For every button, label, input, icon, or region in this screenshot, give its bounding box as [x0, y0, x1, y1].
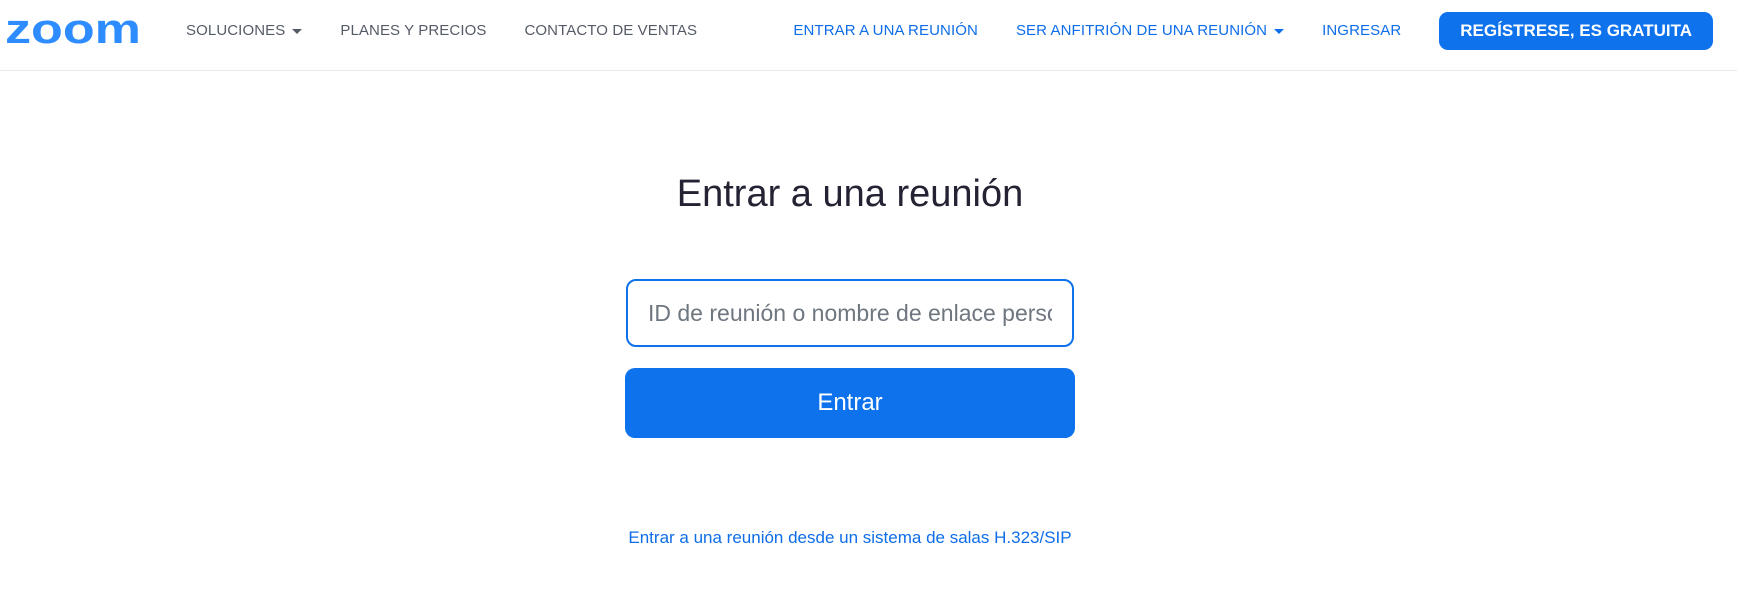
page-title: Entrar a una reunión: [676, 173, 1024, 215]
nav-planes-label: PLANES Y PRECIOS: [340, 22, 487, 39]
primary-nav: SOLUCIONES PLANES Y PRECIOS CONTACTO DE …: [186, 0, 735, 61]
svg-text:zoom: zoom: [5, 12, 141, 48]
join-button[interactable]: Entrar: [625, 368, 1075, 438]
meeting-id-input[interactable]: [626, 279, 1074, 347]
nav-sign-in-label: INGRESAR: [1322, 22, 1402, 39]
nav-host-meeting[interactable]: SER ANFITRIÓN DE UNA REUNIÓN: [1015, 22, 1285, 39]
zoom-logo[interactable]: zoom: [5, 12, 143, 48]
nav-join-meeting-label: ENTRAR A UNA REUNIÓN: [793, 22, 978, 39]
top-navigation-bar: zoom SOLUCIONES PLANES Y PRECIOS CONTACT…: [0, 0, 1737, 71]
nav-soluciones[interactable]: SOLUCIONES: [186, 22, 303, 39]
nav-contacto-label: CONTACTO DE VENTAS: [524, 22, 698, 39]
nav-contacto-de-ventas[interactable]: CONTACTO DE VENTAS: [524, 22, 697, 39]
nav-planes-y-precios[interactable]: PLANES Y PRECIOS: [340, 22, 486, 39]
chevron-down-icon: [1274, 29, 1285, 34]
nav-join-meeting[interactable]: ENTRAR A UNA REUNIÓN: [793, 22, 978, 39]
nav-soluciones-label: SOLUCIONES: [186, 22, 286, 39]
account-nav: ENTRAR A UNA REUNIÓN SER ANFITRIÓN DE UN…: [755, 0, 1713, 61]
h323-sip-link[interactable]: Entrar a una reunión desde un sistema de…: [0, 528, 1700, 548]
nav-host-meeting-label: SER ANFITRIÓN DE UNA REUNIÓN: [1015, 22, 1268, 39]
chevron-down-icon: [292, 29, 303, 34]
nav-sign-in[interactable]: INGRESAR: [1322, 22, 1401, 39]
signup-button[interactable]: REGÍSTRESE, ES GRATUITA: [1439, 11, 1713, 50]
